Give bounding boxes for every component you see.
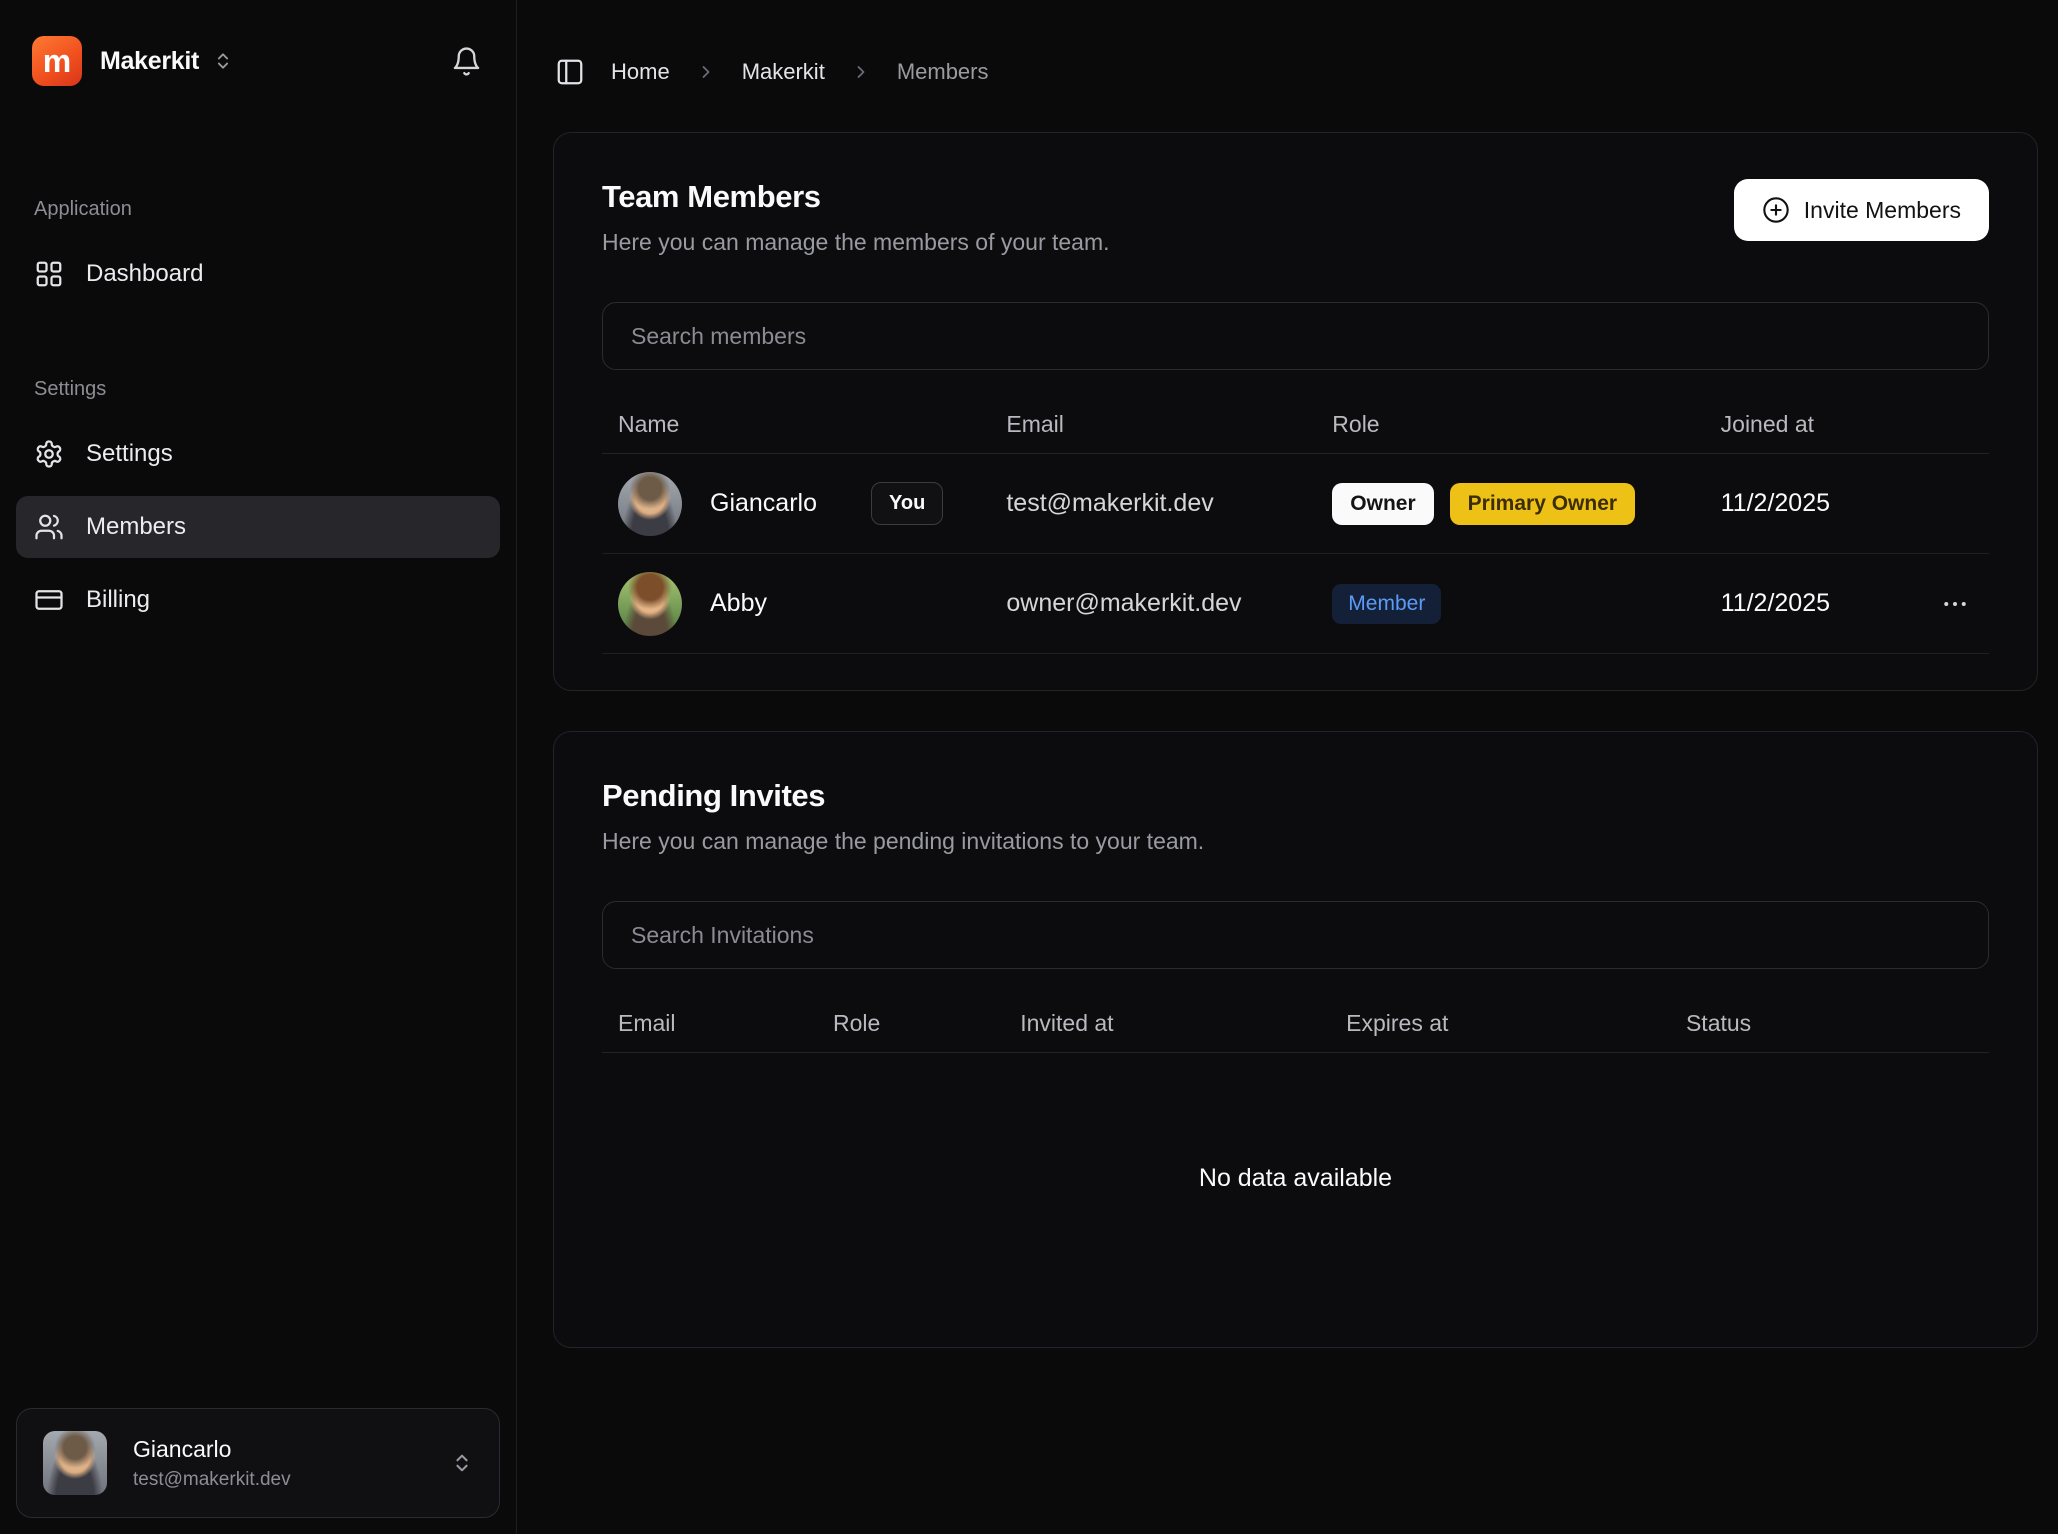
team-members-subtitle: Here you can manage the members of your … xyxy=(602,229,1110,256)
column-header-status: Status xyxy=(1670,1010,1989,1037)
member-name: Abby xyxy=(710,589,767,618)
invites-table: Email Role Invited at Expires at Status … xyxy=(602,995,1989,1303)
workspace-selector-chevrons-icon[interactable] xyxy=(213,51,233,71)
member-avatar xyxy=(618,572,682,636)
column-header-role: Role xyxy=(817,1010,1004,1037)
member-avatar xyxy=(618,472,682,536)
column-header-expires-at: Expires at xyxy=(1330,1010,1670,1037)
column-header-email: Email xyxy=(602,1010,817,1037)
sidebar-nav-application: Dashboard xyxy=(0,221,516,316)
sidebar-toggle-icon[interactable] xyxy=(555,57,585,87)
account-menu-trigger[interactable]: Giancarlo test@makerkit.dev xyxy=(16,1408,500,1518)
sidebar-item-dashboard[interactable]: Dashboard xyxy=(16,243,500,305)
team-members-card: Team Members Here you can manage the mem… xyxy=(553,132,2038,691)
credit-card-icon xyxy=(34,585,64,615)
column-header-invited-at: Invited at xyxy=(1004,1010,1330,1037)
row-actions-menu-button[interactable] xyxy=(1932,581,1978,627)
table-row: Giancarlo You test@makerkit.dev Owner Pr… xyxy=(602,454,1989,554)
invites-table-header: Email Role Invited at Expires at Status xyxy=(602,995,1989,1053)
table-row: Abby owner@makerkit.dev Member 11/2/2025 xyxy=(602,554,1989,654)
invite-members-label: Invite Members xyxy=(1804,197,1961,224)
column-header-joined-at: Joined at xyxy=(1705,411,1906,438)
member-role-cell: Owner Primary Owner xyxy=(1316,483,1704,525)
sidebar-section-application: Application xyxy=(34,198,482,221)
member-name-cell: Giancarlo You xyxy=(602,472,990,536)
member-email: owner@makerkit.dev xyxy=(990,589,1316,618)
sidebar-item-members[interactable]: Members xyxy=(16,496,500,558)
sidebar-item-label: Dashboard xyxy=(86,260,203,288)
member-name-cell: Abby xyxy=(602,572,990,636)
workspace-name[interactable]: Makerkit xyxy=(100,47,199,76)
pending-invites-heading: Pending Invites Here you can manage the … xyxy=(602,778,1204,855)
users-icon xyxy=(34,512,64,542)
you-badge: You xyxy=(871,482,943,525)
sidebar: m Makerkit Application Dashboard Setting… xyxy=(0,0,517,1534)
column-header-email: Email xyxy=(990,411,1316,438)
role-badge-owner: Owner xyxy=(1332,483,1433,525)
team-members-header: Team Members Here you can manage the mem… xyxy=(602,179,1989,256)
sidebar-item-label: Billing xyxy=(86,586,150,614)
sidebar-header: m Makerkit xyxy=(0,0,516,86)
members-table-header: Name Email Role Joined at xyxy=(602,396,1989,454)
member-email: test@makerkit.dev xyxy=(990,489,1316,518)
app-logo[interactable]: m xyxy=(32,36,82,86)
pending-invites-title: Pending Invites xyxy=(602,778,1204,814)
invitations-search-input[interactable] xyxy=(602,901,1989,969)
sidebar-item-billing[interactable]: Billing xyxy=(16,569,500,631)
member-name: Giancarlo xyxy=(710,489,817,518)
sidebar-item-settings[interactable]: Settings xyxy=(16,423,500,485)
invite-members-button[interactable]: Invite Members xyxy=(1734,179,1989,241)
team-members-heading: Team Members Here you can manage the mem… xyxy=(602,179,1110,256)
chevron-right-icon xyxy=(696,62,716,82)
user-meta: Giancarlo test@makerkit.dev xyxy=(133,1436,291,1491)
member-joined-at: 11/2/2025 xyxy=(1705,589,1906,618)
pending-invites-subtitle: Here you can manage the pending invitati… xyxy=(602,828,1204,855)
role-badge-member: Member xyxy=(1332,584,1441,624)
main-content: Home Makerkit Members Team Members Here … xyxy=(517,0,2058,1534)
user-avatar xyxy=(43,1431,107,1495)
role-badge-primary-owner: Primary Owner xyxy=(1450,483,1635,525)
team-members-title: Team Members xyxy=(602,179,1110,215)
breadcrumb-home[interactable]: Home xyxy=(611,59,670,85)
column-header-name: Name xyxy=(602,411,990,438)
sidebar-nav-settings: Settings Members Billing xyxy=(0,401,516,642)
chevron-right-icon xyxy=(851,62,871,82)
members-search-input[interactable] xyxy=(602,302,1989,370)
user-name: Giancarlo xyxy=(133,1436,291,1463)
member-joined-at: 11/2/2025 xyxy=(1705,489,1906,518)
app-logo-letter: m xyxy=(43,45,71,77)
pending-invites-card: Pending Invites Here you can manage the … xyxy=(553,731,2038,1348)
user-email: test@makerkit.dev xyxy=(133,1469,291,1491)
sidebar-item-label: Members xyxy=(86,513,186,541)
breadcrumb-team[interactable]: Makerkit xyxy=(742,59,825,85)
members-table: Name Email Role Joined at Giancarlo You … xyxy=(602,396,1989,654)
sidebar-section-settings: Settings xyxy=(34,378,482,401)
dashboard-icon xyxy=(34,259,64,289)
breadcrumb-current-page: Members xyxy=(897,59,989,85)
plus-circle-icon xyxy=(1762,196,1790,224)
gear-icon xyxy=(34,439,64,469)
empty-state-message: No data available xyxy=(602,1053,1989,1303)
pending-invites-header: Pending Invites Here you can manage the … xyxy=(602,778,1989,855)
notifications-bell-icon[interactable] xyxy=(451,46,482,77)
account-selector-chevrons-icon xyxy=(451,1452,473,1474)
member-role-cell: Member xyxy=(1316,584,1704,624)
breadcrumb: Home Makerkit Members xyxy=(553,0,2038,100)
column-header-role: Role xyxy=(1316,411,1704,438)
sidebar-item-label: Settings xyxy=(86,440,173,468)
member-actions-cell xyxy=(1906,581,1989,627)
